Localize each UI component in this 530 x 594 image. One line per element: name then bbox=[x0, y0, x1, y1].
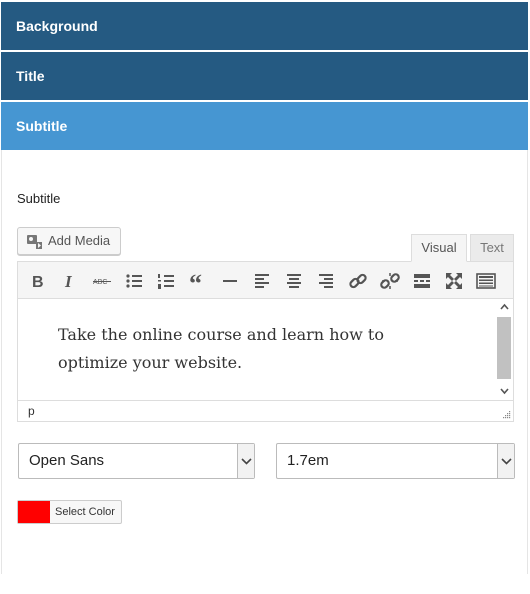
align-center-icon bbox=[287, 274, 301, 288]
color-swatch[interactable] bbox=[18, 501, 50, 523]
editor-toolbar: B I ABC “ bbox=[18, 262, 513, 299]
font-family-value: Open Sans bbox=[29, 452, 105, 469]
italic-button[interactable]: I bbox=[59, 270, 81, 292]
editor-statusbar: p bbox=[18, 400, 513, 421]
resize-handle-icon[interactable] bbox=[502, 410, 511, 419]
media-icon bbox=[26, 233, 43, 249]
align-right-button[interactable] bbox=[315, 270, 337, 292]
scroll-down-icon[interactable] bbox=[500, 387, 509, 395]
chevron-down-icon bbox=[241, 458, 252, 465]
scroll-up-icon[interactable] bbox=[500, 303, 509, 311]
toolbar-toggle-button[interactable] bbox=[475, 270, 497, 292]
numbered-list-button[interactable] bbox=[155, 270, 177, 292]
font-family-dropdown-arrow[interactable] bbox=[237, 444, 254, 478]
bold-button[interactable]: B bbox=[27, 270, 49, 292]
read-more-button[interactable] bbox=[411, 270, 433, 292]
select-color-button[interactable]: Select Color bbox=[17, 500, 122, 524]
blockquote-button[interactable]: “ bbox=[187, 270, 209, 292]
fullscreen-icon bbox=[446, 273, 462, 289]
align-left-icon bbox=[255, 274, 269, 288]
svg-text:“: “ bbox=[189, 270, 202, 292]
remove-link-button[interactable] bbox=[379, 270, 401, 292]
line-height-dropdown-arrow[interactable] bbox=[497, 444, 514, 478]
bulleted-list-button[interactable] bbox=[123, 270, 145, 292]
insert-link-button[interactable] bbox=[347, 270, 369, 292]
select-color-label: Select Color bbox=[55, 506, 115, 518]
italic-icon: I bbox=[64, 272, 73, 291]
tab-text[interactable]: Text bbox=[470, 234, 514, 262]
bold-icon: B bbox=[32, 274, 44, 291]
fullscreen-button[interactable] bbox=[443, 270, 465, 292]
accordion-subtitle[interactable]: Subtitle bbox=[1, 102, 528, 150]
horizontal-line-icon bbox=[223, 280, 237, 282]
svg-text:I: I bbox=[64, 272, 73, 291]
rich-text-editor: B I ABC “ Take the online course and lea… bbox=[17, 261, 514, 422]
element-path[interactable]: p bbox=[28, 404, 35, 418]
scrollbar-thumb[interactable] bbox=[497, 317, 511, 379]
add-media-label: Add Media bbox=[48, 233, 111, 248]
align-center-button[interactable] bbox=[283, 270, 305, 292]
strikethrough-icon: ABC bbox=[93, 279, 111, 286]
chevron-down-icon bbox=[501, 458, 512, 465]
font-family-select[interactable]: Open Sans bbox=[18, 443, 255, 479]
svg-text:B: B bbox=[32, 274, 44, 291]
read-more-icon bbox=[414, 274, 430, 288]
strikethrough-button[interactable]: ABC bbox=[91, 270, 113, 292]
line-height-select[interactable]: 1.7em bbox=[276, 443, 515, 479]
align-right-icon bbox=[319, 274, 333, 288]
subtitle-section: Subtitle Add Media Visual Text B I ABC “… bbox=[1, 150, 528, 574]
align-left-button[interactable] bbox=[251, 270, 273, 292]
subtitle-label: Subtitle bbox=[17, 191, 61, 206]
keyboard-icon bbox=[476, 273, 496, 289]
link-icon bbox=[349, 273, 367, 289]
editor-scrollbar[interactable] bbox=[496, 299, 513, 400]
editor-content[interactable]: Take the online course and learn how to … bbox=[18, 299, 496, 400]
svg-text:ABC: ABC bbox=[93, 279, 107, 286]
bulleted-list-icon bbox=[126, 274, 142, 288]
blockquote-icon: “ bbox=[189, 270, 202, 292]
unlink-icon bbox=[380, 273, 400, 289]
accordion-background[interactable]: Background bbox=[1, 2, 528, 50]
accordion-title[interactable]: Title bbox=[1, 52, 528, 100]
add-media-button[interactable]: Add Media bbox=[17, 227, 121, 255]
horizontal-line-button[interactable] bbox=[219, 270, 241, 292]
line-height-value: 1.7em bbox=[287, 452, 329, 469]
tab-visual[interactable]: Visual bbox=[411, 234, 467, 262]
numbered-list-icon bbox=[158, 274, 174, 289]
